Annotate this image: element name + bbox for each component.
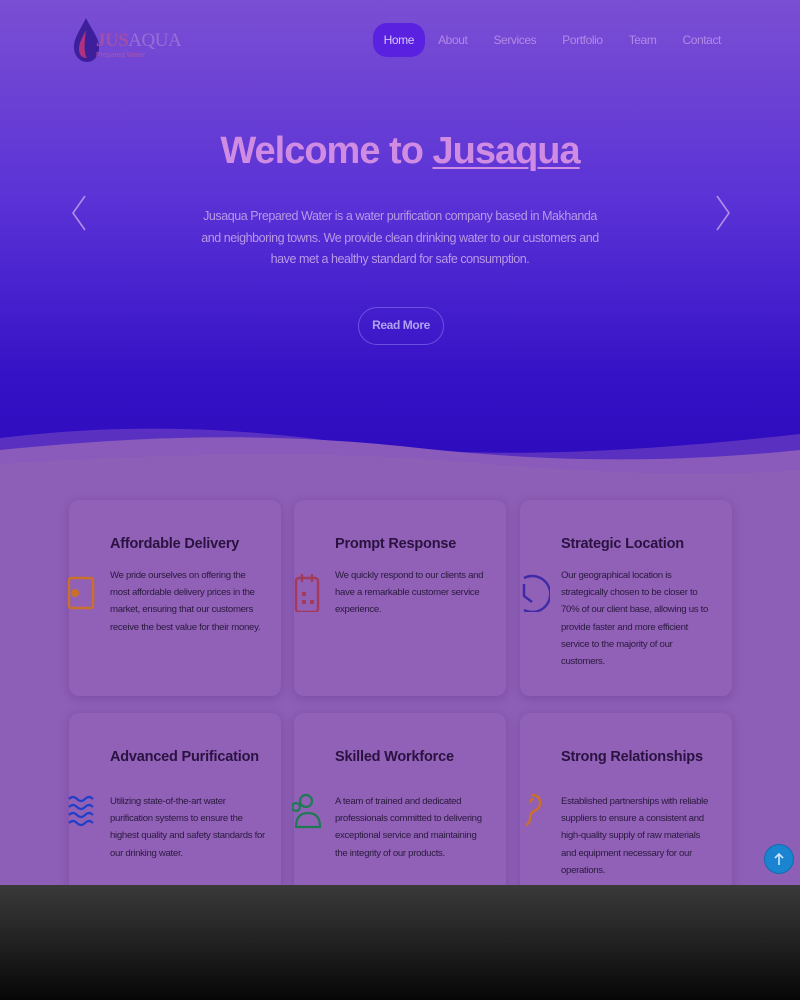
feature-title: Advanced Purification <box>110 749 259 765</box>
feature-card: Advanced Purification Utilizing state-of… <box>68 713 281 893</box>
back-to-top-button[interactable] <box>765 845 793 873</box>
feature-title: Affordable Delivery <box>110 536 240 552</box>
water-waves-icon <box>68 795 94 827</box>
arrow-up-icon <box>774 852 784 865</box>
feature-text: A team of trained and dedicated professi… <box>335 796 482 859</box>
cash-icon <box>67 576 95 610</box>
nav-item-about[interactable]: About <box>425 23 480 57</box>
carousel-prev-icon[interactable] <box>70 194 90 232</box>
brand-tagline: Prepared Water <box>96 52 146 59</box>
hero-section: JUSAQUA Prepared Water Home About Servic… <box>0 0 800 500</box>
hero-description: Jusaqua Prepared Water is a water purifi… <box>201 209 599 266</box>
hero-title-brand: Jusaqua <box>432 130 580 172</box>
feature-card: Strategic Location Our geographical loca… <box>520 500 732 696</box>
feature-title: Strong Relationships <box>561 749 703 765</box>
people-icon <box>292 793 322 829</box>
nav-item-portfolio[interactable]: Portfolio <box>549 23 615 57</box>
feature-text: Established partnerships with reliable s… <box>561 796 708 876</box>
carousel-next-icon[interactable] <box>712 194 732 232</box>
bottom-dark-overlay <box>0 885 800 1000</box>
brand-name-part: AQUA <box>128 30 182 51</box>
nav-item-contact[interactable]: Contact <box>669 23 734 57</box>
feature-text: Utilizing state-of-the-art water purific… <box>110 796 265 859</box>
nav-item-home[interactable]: Home <box>372 23 426 57</box>
brand-name[interactable]: JUSAQUA <box>96 30 182 52</box>
clock-icon <box>522 574 550 612</box>
feature-text: Our geographical location is strategical… <box>561 570 708 668</box>
handshake-icon <box>525 793 542 827</box>
feature-text: We pride ourselves on offering the most … <box>110 570 261 633</box>
feature-card: Skilled Workforce A team of trained and … <box>292 713 506 893</box>
nav-item-services[interactable]: Services <box>480 23 549 57</box>
calendar-icon <box>294 574 320 612</box>
hero-wave-divider <box>0 428 800 500</box>
feature-card: Strong Relationships Established partner… <box>520 713 732 893</box>
feature-card: Affordable Delivery We pride ourselves o… <box>67 500 281 696</box>
read-more-button[interactable]: Read More <box>358 307 444 345</box>
hero-title-prefix: Welcome to <box>220 130 433 172</box>
brand-name-part: JUS <box>96 30 129 51</box>
main-nav: Home About Services Portfolio Team Conta… <box>372 23 734 57</box>
hero-title: Welcome to Jusaqua <box>0 130 800 173</box>
feature-card: Prompt Response We quickly respond to ou… <box>294 500 506 696</box>
nav-item-team[interactable]: Team <box>616 23 670 57</box>
feature-title: Strategic Location <box>561 536 684 552</box>
feature-title: Prompt Response <box>335 536 457 552</box>
feature-text: We quickly respond to our clients and ha… <box>335 570 484 616</box>
feature-title: Skilled Workforce <box>335 749 454 765</box>
